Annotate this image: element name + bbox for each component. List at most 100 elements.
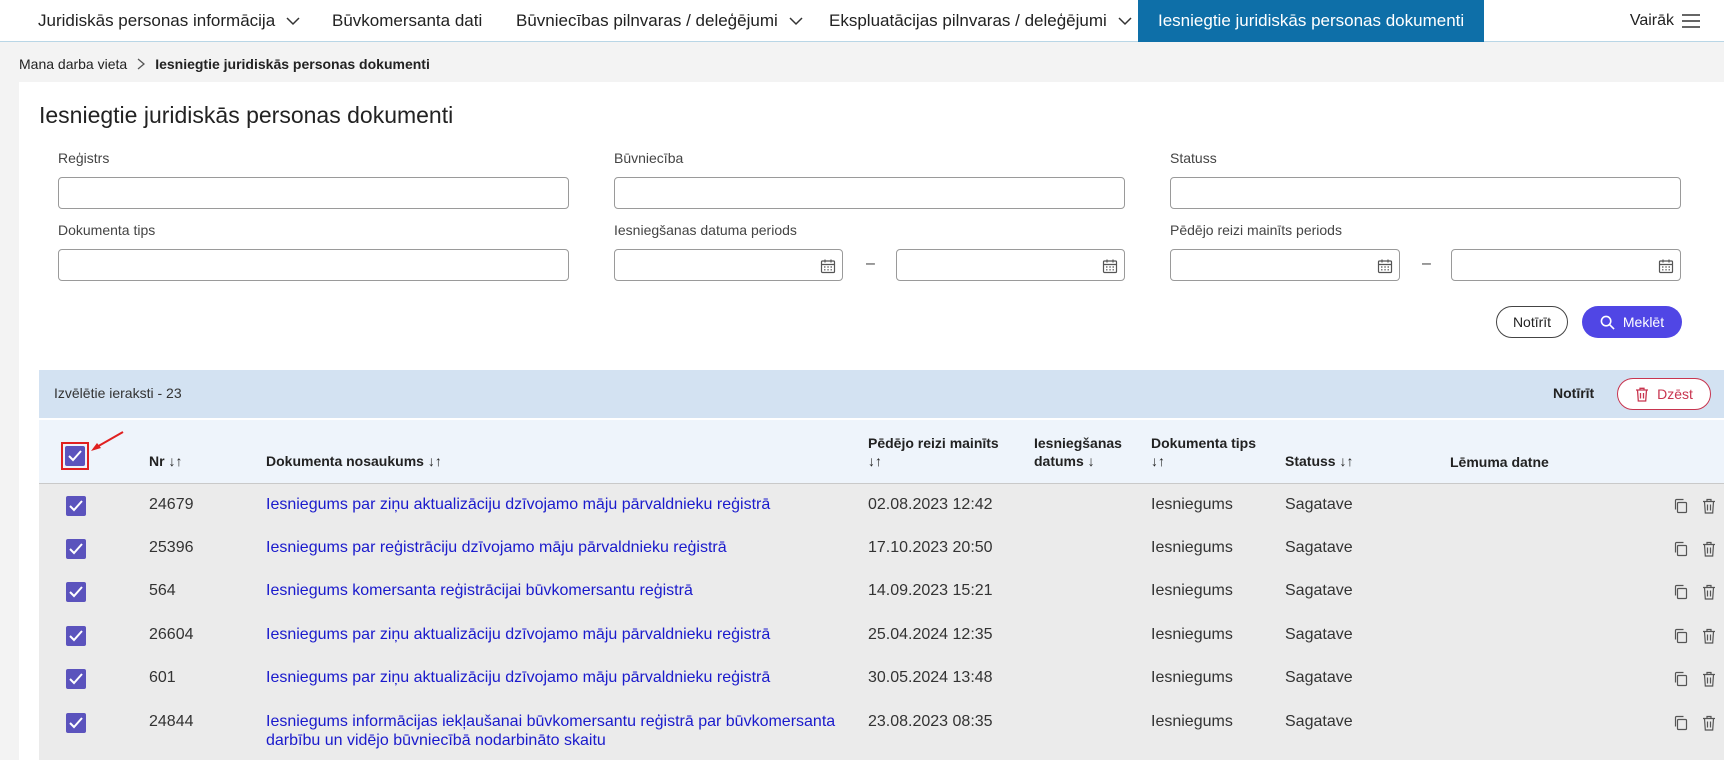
clear-filters-button[interactable]: Notīrīt <box>1496 306 1568 338</box>
row-last-modified: 25.04.2024 12:35 <box>868 626 993 643</box>
row-nr: 564 <box>149 582 176 599</box>
row-status: Sagatave <box>1285 496 1353 513</box>
document-name-link[interactable]: Iesniegums par ziņu aktualizāciju dzīvoj… <box>266 495 770 514</box>
nav-item-label: Būvniecības pilnvaras / deleģējumi <box>516 11 778 30</box>
breadcrumb-current: Iesniegtie juridiskās personas dokumenti <box>155 56 430 72</box>
nav-item-label: Būvkomersanta dati <box>332 11 483 30</box>
row-checkbox[interactable] <box>66 582 86 602</box>
nav-item-label: Ekspluatācijas pilnvaras / deleģējumi <box>829 11 1107 30</box>
delete-button[interactable]: Dzēst <box>1617 378 1711 410</box>
table-row: 601 Iesniegums par ziņu aktualizāciju dz… <box>39 657 1724 701</box>
clear-selection-button[interactable]: Notīrīt <box>1553 385 1594 401</box>
row-status: Sagatave <box>1285 626 1353 643</box>
row-nr: 25396 <box>149 539 194 556</box>
document-name-link[interactable]: Iesniegums komersanta reģistrācijai būvk… <box>266 581 693 600</box>
column-header-document-type[interactable]: Dokumenta tips ↓↑ <box>1151 434 1256 470</box>
iesniegsanas-date-to-input[interactable] <box>896 249 1125 281</box>
date-range-dash: – <box>1422 255 1431 272</box>
document-name-link[interactable]: Iesniegums par ziņu aktualizāciju dzīvoj… <box>266 625 770 644</box>
nav-item-iesniegtie-dokumenti[interactable]: Iesniegtie juridiskās personas dokumenti <box>1138 0 1485 42</box>
date-range-dash: – <box>866 255 875 272</box>
search-button-label: Meklēt <box>1622 314 1665 330</box>
row-last-modified: 30.05.2024 13:48 <box>868 669 993 686</box>
table-row: 24679 Iesniegums par ziņu aktualizāciju … <box>39 484 1724 527</box>
row-status: Sagatave <box>1285 713 1353 730</box>
checkmark-icon <box>68 450 82 462</box>
row-status: Sagatave <box>1285 669 1353 686</box>
table-row: 26604 Iesniegums par ziņu aktualizāciju … <box>39 614 1724 657</box>
select-all-checkbox[interactable] <box>65 446 85 466</box>
copy-icon[interactable] <box>1673 541 1689 557</box>
copy-icon[interactable] <box>1673 628 1689 644</box>
mainits-periods-label: Pēdējo reizi mainīts periods <box>1170 222 1342 238</box>
copy-icon[interactable] <box>1673 715 1689 731</box>
search-icon <box>1600 315 1615 330</box>
row-status: Sagatave <box>1285 582 1353 599</box>
document-name-link[interactable]: Iesniegums informācijas iekļaušanai būvk… <box>266 712 835 750</box>
table-body: 24679 Iesniegums par ziņu aktualizāciju … <box>39 484 1724 760</box>
row-checkbox[interactable] <box>66 626 86 646</box>
table-row: 24844 Iesniegums informācijas iekļaušana… <box>39 701 1724 760</box>
column-header-submitted-date[interactable]: Iesniegšanas datums ↓ <box>1034 434 1122 470</box>
nav-item-juridiskas-personas-informacija[interactable]: Juridiskās personas informācija <box>38 0 301 42</box>
row-document-type: Iesniegums <box>1151 713 1233 730</box>
row-checkbox[interactable] <box>66 539 86 559</box>
calendar-icon[interactable] <box>1658 258 1674 274</box>
delete-button-label: Dzēst <box>1657 386 1693 402</box>
buvnieciba-input[interactable] <box>614 177 1125 209</box>
more-menu-button[interactable]: Vairāk <box>1630 0 1700 42</box>
column-header-decision-file: Lēmuma datne <box>1450 454 1549 470</box>
checkmark-icon <box>69 500 83 512</box>
column-header-status[interactable]: Statuss ↓↑ <box>1285 452 1353 470</box>
calendar-icon[interactable] <box>1102 258 1118 274</box>
column-header-document-name[interactable]: Dokumenta nosaukums ↓↑ <box>266 452 442 470</box>
row-nr: 24679 <box>149 496 194 513</box>
calendar-icon[interactable] <box>1377 258 1393 274</box>
row-checkbox[interactable] <box>66 496 86 516</box>
document-name-link[interactable]: Iesniegums par ziņu aktualizāciju dzīvoj… <box>266 668 770 687</box>
more-label: Vairāk <box>1629 12 1674 29</box>
nav-item-label: Juridiskās personas informācija <box>38 11 276 30</box>
column-header-last-modified[interactable]: Pēdējo reizi mainīts ↓↑ <box>868 434 999 470</box>
document-name-link[interactable]: Iesniegums par reģistrāciju dzīvojamo mā… <box>266 538 727 557</box>
iesniegsanas-date-from-input[interactable] <box>614 249 843 281</box>
trash-icon[interactable] <box>1701 715 1717 731</box>
trash-icon[interactable] <box>1701 628 1717 644</box>
table-header: Nr ↓↑ Dokumenta nosaukums ↓↑ Pēdējo reiz… <box>39 420 1724 484</box>
trash-icon[interactable] <box>1701 541 1717 557</box>
trash-icon[interactable] <box>1701 498 1717 514</box>
trash-icon[interactable] <box>1701 671 1717 687</box>
statuss-input[interactable] <box>1170 177 1681 209</box>
row-document-type: Iesniegums <box>1151 582 1233 599</box>
trash-icon[interactable] <box>1701 584 1717 600</box>
mainits-date-from-input[interactable] <box>1170 249 1400 281</box>
row-checkbox[interactable] <box>66 713 86 733</box>
column-header-submitted-line2: datums ↓ <box>1034 453 1095 469</box>
nav-item-buvkomersanta-dati[interactable]: Būvkomersanta dati <box>332 0 482 42</box>
checkmark-icon <box>69 586 83 598</box>
column-header-nr[interactable]: Nr ↓↑ <box>149 452 182 470</box>
breadcrumb-home-link[interactable]: Mana darba vieta <box>19 56 127 72</box>
trash-icon <box>1636 387 1649 402</box>
nav-item-buvniecibas-pilnvaras[interactable]: Būvniecības pilnvaras / deleģējumi <box>516 0 804 42</box>
row-checkbox[interactable] <box>66 669 86 689</box>
column-header-last-modified-line1: Pēdējo reizi mainīts <box>868 435 999 451</box>
nav-item-ekspluatacijas-pilnvaras[interactable]: Ekspluatācijas pilnvaras / deleģējumi <box>829 0 1133 42</box>
checkmark-icon <box>69 717 83 729</box>
copy-icon[interactable] <box>1673 498 1689 514</box>
registrs-input[interactable] <box>58 177 569 209</box>
copy-icon[interactable] <box>1673 671 1689 687</box>
top-navigation: Juridiskās personas informācija Būvkomer… <box>0 0 1724 42</box>
row-last-modified: 02.08.2023 12:42 <box>868 496 993 513</box>
row-status: Sagatave <box>1285 539 1353 556</box>
selected-count: Izvēlētie ieraksti - 23 <box>54 385 182 401</box>
checkmark-icon <box>69 630 83 642</box>
copy-icon[interactable] <box>1673 584 1689 600</box>
pointer-arrow-icon <box>91 431 124 451</box>
search-button[interactable]: Meklēt <box>1582 306 1682 338</box>
mainits-date-to-input[interactable] <box>1451 249 1681 281</box>
menu-icon <box>1682 14 1700 28</box>
calendar-icon[interactable] <box>820 258 836 274</box>
dokumenta-tips-label: Dokumenta tips <box>58 222 156 238</box>
dokumenta-tips-input[interactable] <box>58 249 569 281</box>
